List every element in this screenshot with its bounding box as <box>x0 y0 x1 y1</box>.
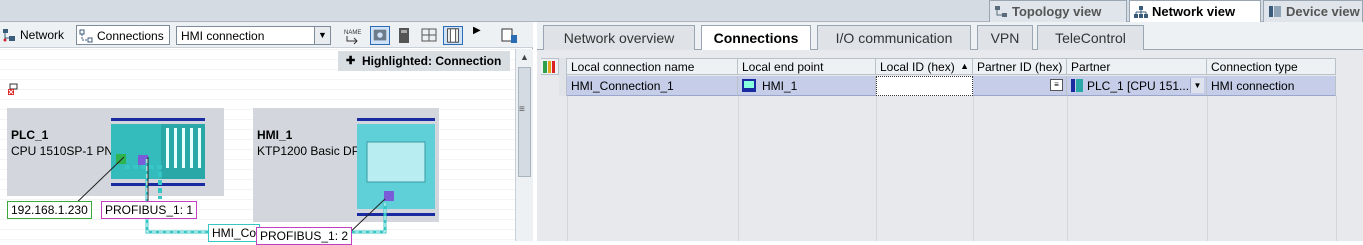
tab-telecontrol[interactable]: TeleControl <box>1037 25 1144 50</box>
tab-device-view[interactable]: Device view <box>1263 0 1363 22</box>
device-icon <box>1269 6 1281 17</box>
cell-local-end-point-value: HMI_1 <box>762 79 798 93</box>
table-panel: Network overview Connections I/O communi… <box>537 22 1363 241</box>
network-mode-button[interactable]: Network <box>0 25 68 45</box>
col-partner-id[interactable]: Partner ID (hex) <box>973 58 1067 75</box>
tab-device-view-label: Device view <box>1286 4 1360 19</box>
table-view-icon[interactable] <box>443 26 463 45</box>
network-mode-label: Network <box>20 28 65 42</box>
svg-text:NAME: NAME <box>344 30 361 36</box>
plc-ip-address-label[interactable]: 192.168.1.230 <box>7 201 92 219</box>
connection-type-select[interactable]: HMI connection ▼ <box>176 26 331 45</box>
plc-device-icon <box>1071 79 1083 92</box>
col-local-connection-name[interactable]: Local connection name <box>567 58 738 75</box>
names-icon[interactable]: NAME <box>343 26 363 45</box>
chevron-down-icon[interactable]: ▼ <box>314 27 330 44</box>
tab-vpn[interactable]: VPN <box>977 25 1033 50</box>
col-connection-type[interactable]: Connection type <box>1207 58 1336 75</box>
grid-line <box>567 96 568 241</box>
diagnostics-icon <box>543 61 555 73</box>
toolbar-more-icon[interactable]: ▶ <box>473 25 481 36</box>
tab-topology-view[interactable]: Topology view <box>989 0 1127 22</box>
plc-profibus-label[interactable]: PROFIBUS_1: 1 <box>101 201 198 219</box>
connection-type-value: HMI connection <box>181 29 265 43</box>
connections-mode-label: Connections <box>97 29 164 43</box>
device-data-icon[interactable] <box>499 26 519 45</box>
network-icon <box>1134 6 1148 18</box>
network-editor-panel: Network Connections HMI connection ▼ NAM… <box>0 22 533 245</box>
network-toolbar: Network Connections HMI connection ▼ NAM… <box>0 22 533 48</box>
cell-local-end-point[interactable]: HMI_1 <box>738 76 876 96</box>
canvas-scrollbar[interactable]: ▲ ≡ <box>515 49 533 241</box>
scroll-grip-icon: ≡ <box>519 104 525 115</box>
scroll-thumb[interactable] <box>518 67 531 177</box>
tab-connections[interactable]: Connections <box>701 25 811 51</box>
hmi-device-icon <box>742 79 756 92</box>
diagnostics-column-header <box>541 58 559 75</box>
grid-line <box>1207 96 1208 241</box>
cell-local-id[interactable] <box>876 76 973 96</box>
connections-mode-button[interactable]: Connections <box>76 25 170 45</box>
module-view-icon[interactable] <box>395 26 415 45</box>
hmi-profibus-label[interactable]: PROFIBUS_1: 2 <box>256 227 353 245</box>
scroll-up-icon[interactable]: ▲ <box>516 49 533 65</box>
col-partner[interactable]: Partner <box>1067 58 1207 75</box>
tab-io-communication[interactable]: I/O communication <box>817 25 971 50</box>
sort-ascending-icon[interactable]: ▲ <box>960 61 969 71</box>
connections-table: Local connection name Local end point Lo… <box>537 50 1363 241</box>
network-mode-icon <box>3 29 15 42</box>
connections-mode-icon <box>79 29 93 43</box>
view-tab-bar: Topology view Network view Device view <box>0 0 1363 22</box>
cell-partner-value: PLC_1 [CPU 151... <box>1087 79 1190 93</box>
grid-line <box>1067 96 1068 241</box>
cell-connection-type[interactable]: HMI connection <box>1207 76 1336 96</box>
col-local-id-label: Local ID (hex) <box>880 60 955 74</box>
grid-layout-icon[interactable] <box>419 26 439 45</box>
cell-partner[interactable]: PLC_1 [CPU 151... ▼ <box>1067 76 1207 96</box>
tab-network-view[interactable]: Network view <box>1129 0 1261 22</box>
grid-line <box>876 96 877 241</box>
col-local-id[interactable]: Local ID (hex) ▲ <box>876 58 973 75</box>
tab-topology-view-label: Topology view <box>1012 4 1102 19</box>
col-local-end-point[interactable]: Local end point <box>738 58 876 75</box>
show-address-icon[interactable] <box>370 26 390 45</box>
network-canvas[interactable]: ✚ Highlighted: Connection PLC_1 CPU 1510… <box>0 49 515 245</box>
grid-line <box>738 96 739 241</box>
grid-line <box>973 96 974 241</box>
partner-dropdown-icon[interactable]: ▼ <box>1190 78 1204 93</box>
hmi-connection-label[interactable]: HMI_Co <box>208 224 261 242</box>
tab-network-overview[interactable]: Network overview <box>543 25 695 50</box>
cell-local-connection-name[interactable]: HMI_Connection_1 <box>567 76 738 96</box>
topology-icon <box>995 6 1007 17</box>
content-tab-bar: Network overview Connections I/O communi… <box>537 22 1363 51</box>
row-header-column <box>559 58 567 96</box>
cell-partner-id[interactable]: ≡ <box>973 76 1067 96</box>
browse-icon[interactable]: ≡ <box>1050 79 1063 91</box>
grid-line <box>1336 96 1337 241</box>
tab-network-view-label: Network view <box>1152 4 1236 19</box>
